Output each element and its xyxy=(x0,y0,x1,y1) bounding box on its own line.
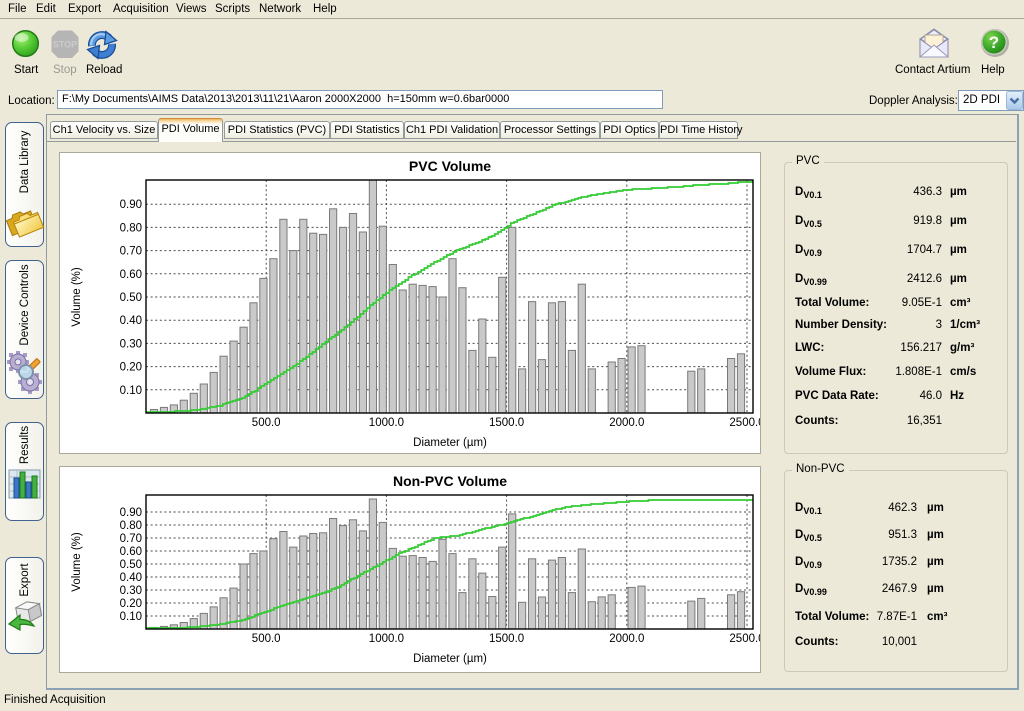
svg-text:0.30: 0.30 xyxy=(120,338,142,350)
svg-text:0.10: 0.10 xyxy=(120,385,142,397)
svg-text:0.10: 0.10 xyxy=(120,611,142,623)
svg-text:Volume (%): Volume (%) xyxy=(71,532,83,592)
svg-text:0.80: 0.80 xyxy=(120,520,142,532)
svg-text:STOP: STOP xyxy=(53,40,77,50)
svg-text:Non-PVC Volume: Non-PVC Volume xyxy=(393,473,507,489)
svg-text:500.0: 500.0 xyxy=(252,417,281,429)
svg-text:2000.0: 2000.0 xyxy=(609,633,644,645)
svg-text:Diameter (µm): Diameter (µm) xyxy=(413,653,487,665)
svg-text:1500.0: 1500.0 xyxy=(489,633,524,645)
svg-text:1000.0: 1000.0 xyxy=(369,633,404,645)
svg-text:0.30: 0.30 xyxy=(120,585,142,597)
svg-text:0.80: 0.80 xyxy=(120,222,142,234)
svg-text:0.40: 0.40 xyxy=(120,572,142,584)
svg-text:0.70: 0.70 xyxy=(120,246,142,258)
svg-text:500.0: 500.0 xyxy=(252,633,281,645)
svg-text:0.60: 0.60 xyxy=(120,269,142,281)
svg-text:1000.0: 1000.0 xyxy=(369,417,404,429)
svg-text:0.90: 0.90 xyxy=(120,199,142,211)
svg-text:0.70: 0.70 xyxy=(120,533,142,545)
svg-text:0.20: 0.20 xyxy=(120,598,142,610)
svg-text:1500.0: 1500.0 xyxy=(489,417,524,429)
svg-text:2500.0: 2500.0 xyxy=(729,417,760,429)
svg-text:0.40: 0.40 xyxy=(120,315,142,327)
svg-text:Diameter (µm): Diameter (µm) xyxy=(413,437,487,449)
svg-text:2000.0: 2000.0 xyxy=(609,417,644,429)
svg-text:0.50: 0.50 xyxy=(120,292,142,304)
svg-text:Volume (%): Volume (%) xyxy=(71,267,83,327)
svg-text:PVC Volume: PVC Volume xyxy=(409,158,491,174)
svg-text:0.50: 0.50 xyxy=(120,559,142,571)
svg-text:0.90: 0.90 xyxy=(120,507,142,519)
svg-text:0.60: 0.60 xyxy=(120,546,142,558)
svg-text:0.20: 0.20 xyxy=(120,362,142,374)
svg-text:2500.0: 2500.0 xyxy=(729,633,760,645)
svg-text:?: ? xyxy=(989,33,999,52)
